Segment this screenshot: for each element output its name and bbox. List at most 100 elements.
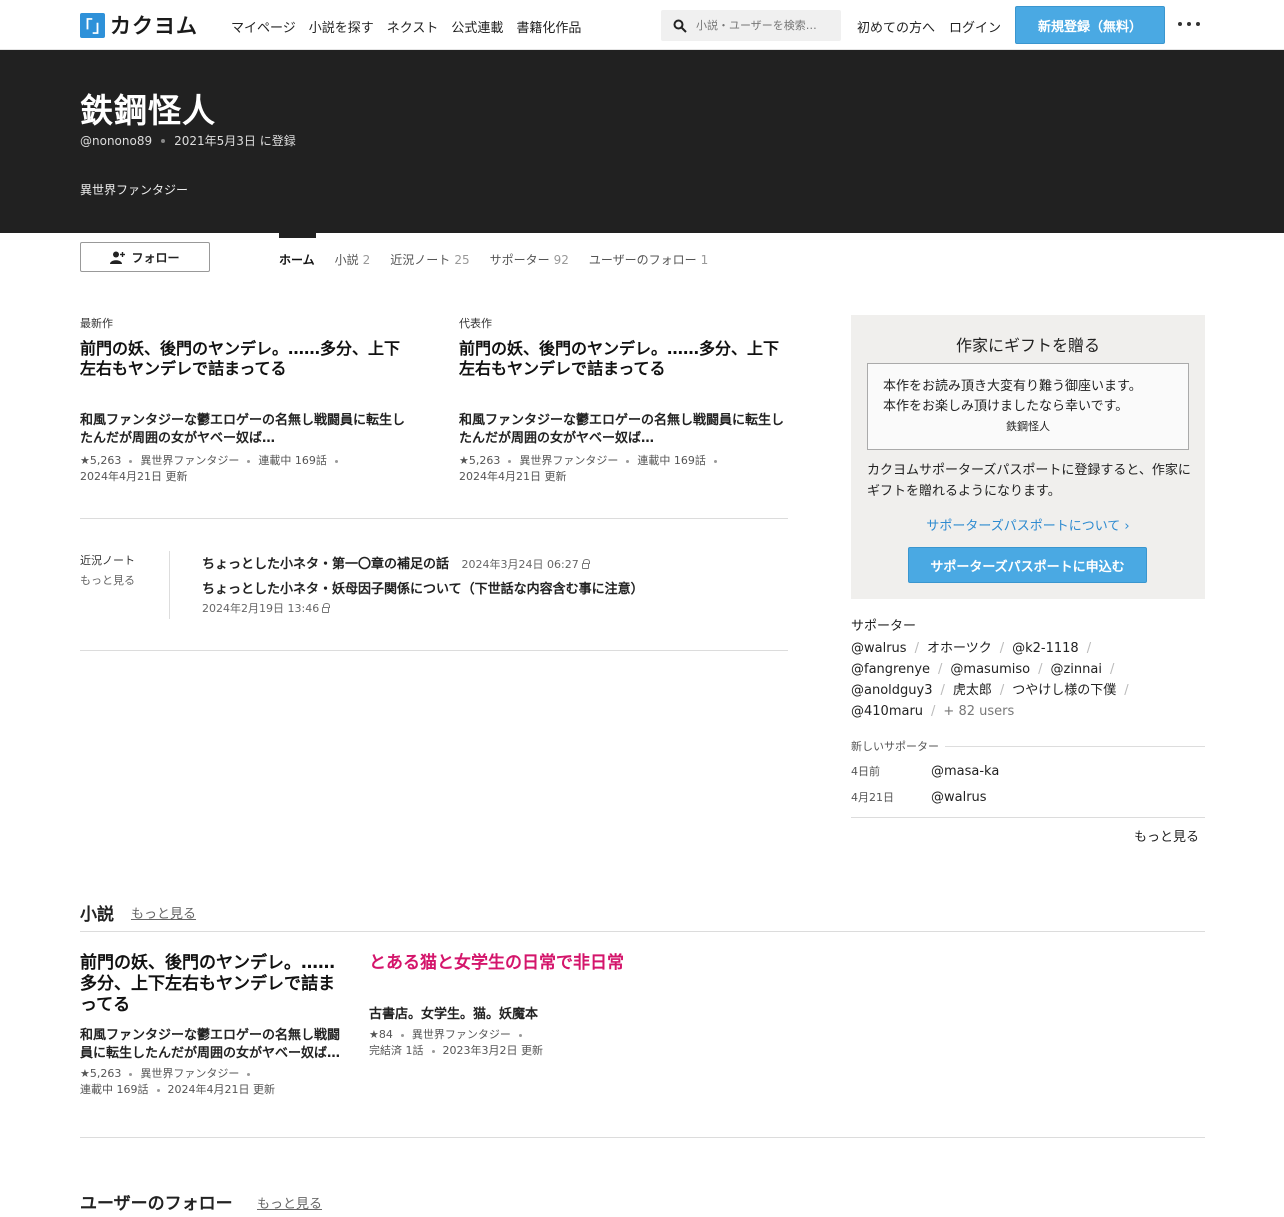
divider: [80, 518, 788, 519]
author-handle: @nonono89: [80, 133, 153, 148]
logo-mark-icon: 「」: [77, 12, 109, 38]
supporters-title: サポーター: [851, 619, 917, 634]
note-item[interactable]: ちょっとした小ネタ・第一〇章の補足の話 2024年3月24日 06:27: [202, 553, 590, 572]
supporter-link[interactable]: つやけし様の下僕: [1012, 683, 1116, 698]
supporter-link[interactable]: オホーツク: [927, 641, 992, 656]
logo-text: カクヨム: [110, 14, 198, 38]
supporter-link[interactable]: @masa-ka: [931, 764, 999, 779]
message-line: 本作をお読み頂き大変有り難う御座います。: [883, 379, 1142, 394]
divider: [169, 551, 170, 619]
genre: 異世界ファンタジー: [140, 1067, 240, 1080]
note-date: 2024年3月24日 06:27: [462, 558, 590, 571]
supporter-link[interactable]: @masumiso: [950, 662, 1030, 677]
lock-icon: [581, 559, 590, 569]
nav-mypage[interactable]: マイページ: [231, 17, 296, 36]
supporter-link[interactable]: @k2-1118: [1012, 641, 1079, 656]
nav-published-works[interactable]: 書籍化作品: [516, 17, 581, 36]
novel-info: ★5,263 異世界ファンタジー 連載中 169話 2024年4月21日 更新: [80, 1066, 340, 1098]
latest-work: 最新作 前門の妖、後門のヤンデレ。……多分、上下左右もヤンデレで詰まってる 和風…: [80, 315, 410, 485]
star-count: ★5,263: [80, 454, 122, 467]
gift-description: カクヨムサポーターズパスポートに登録すると、作家にギフトを贈れるようになります。: [867, 463, 1191, 499]
status: 完結済 1話: [369, 1044, 424, 1057]
supporter-link[interactable]: 虎太郎: [953, 683, 992, 698]
novel-card: とある猫と女学生の日常で非日常 古書店。女学生。猫。妖魔本 ★84 異世界ファンタ…: [369, 953, 629, 1059]
author-name: 鉄鋼怪人: [80, 91, 216, 130]
supporters-list: @walrus / オホーツク / @k2-1118/ @fangrenye / @masu…: [851, 641, 1129, 719]
tab-novels[interactable]: 小説 2: [335, 251, 371, 268]
author-message: 本作をお読み頂き大変有り難う御座います。 本作をお楽しみ頂けましたなら幸いです。…: [867, 363, 1189, 450]
status: 連載中 169話: [637, 454, 706, 467]
follow-label: フォロー: [131, 250, 180, 265]
registered-date: 2021年5月3日 に登録: [174, 134, 296, 148]
note-item[interactable]: ちょっとした小ネタ・妖母因子関係について（下世話な内容含む事に注意）: [202, 578, 644, 597]
signup-button[interactable]: 新規登録（無料）: [1015, 6, 1165, 44]
passport-about-link[interactable]: サポーターズパスポートについて ›: [851, 515, 1205, 534]
note-title: ちょっとした小ネタ・妖母因子関係について（下世話な内容含む事に注意）: [202, 582, 644, 597]
supporter-link[interactable]: @walrus: [851, 641, 907, 656]
search-box[interactable]: [661, 10, 841, 41]
more-users-count: + 82 users: [943, 704, 1015, 719]
site-logo[interactable]: 「」 カクヨム: [77, 12, 198, 38]
featured-work-catchphrase: 和風ファンタジーな鬱エロゲーの名無し戦闘員に転生したんだが周囲の女がヤベー奴ば…: [459, 413, 785, 446]
featured-work-info: ★5,263 異世界ファンタジー 連載中 169話 2024年4月21日 更新: [459, 453, 789, 485]
nav-next[interactable]: ネクスト: [387, 17, 439, 36]
novel-catchphrase: 古書店。女学生。猫。妖魔本: [369, 1007, 539, 1022]
profile-meta: @nonono89 2021年5月3日 に登録: [80, 132, 296, 149]
lock-icon: [322, 603, 331, 613]
latest-work-label: 最新作: [80, 317, 113, 330]
updated-date: 2024年4月21日 更新: [80, 470, 188, 483]
message-signature: 鉄鋼怪人: [1006, 420, 1050, 433]
login-link[interactable]: ログイン: [949, 17, 1001, 36]
note-date: 2024年2月19日 13:46: [202, 600, 331, 616]
search-input[interactable]: [696, 19, 836, 32]
novels-more-link[interactable]: もっと見る: [131, 903, 196, 922]
passport-apply-button[interactable]: サポーターズパスポートに申込む: [908, 547, 1147, 583]
tab-user-follows[interactable]: ユーザーのフォロー 1: [589, 251, 708, 268]
novel-card: 前門の妖、後門のヤンデレ。……多分、上下左右もヤンデレで詰まってる 和風ファンタ…: [80, 953, 340, 1098]
search-icon: [673, 19, 687, 33]
tab-notes[interactable]: 近況ノート 25: [390, 251, 469, 268]
genre: 異世界ファンタジー: [140, 454, 240, 467]
gift-title: 作家にギフトを贈る: [955, 336, 1100, 355]
divider: [80, 931, 1205, 932]
nav-find-novels[interactable]: 小説を探す: [309, 17, 374, 36]
nav-official-serial[interactable]: 公式連載: [451, 17, 503, 36]
notes-more-link[interactable]: もっと見る: [80, 571, 135, 591]
latest-work-title[interactable]: 前門の妖、後門のヤンデレ。……多分、上下左右もヤンデレで詰まってる: [80, 339, 410, 379]
updated-date: 2024年4月21日 更新: [459, 470, 567, 483]
divider: [851, 817, 1205, 818]
featured-work: 代表作 前門の妖、後門のヤンデレ。……多分、上下左右もヤンデレで詰まってる 和風…: [459, 315, 789, 485]
message-line: 本作をお楽しみ頂けましたなら幸いです。: [883, 399, 1129, 414]
updated-date: 2023年3月2日 更新: [442, 1044, 544, 1057]
supporters-more-link[interactable]: もっと見る: [1134, 826, 1199, 845]
supporter-link[interactable]: @anoldguy3: [851, 683, 932, 698]
tab-home[interactable]: ホーム: [279, 251, 315, 268]
divider: [80, 650, 788, 651]
gift-panel: 作家にギフトを贈る 本作をお読み頂き大変有り難う御座います。 本作をお楽しみ頂け…: [851, 315, 1205, 599]
novel-title[interactable]: とある猫と女学生の日常で非日常: [369, 953, 624, 974]
latest-work-catchphrase: 和風ファンタジーな鬱エロゲーの名無し戦闘員に転生したんだが周囲の女がヤベー奴ば…: [80, 413, 406, 446]
separator-dot: [161, 138, 166, 143]
latest-work-info: ★5,263 異世界ファンタジー 連載中 169話 2024年4月21日 更新: [80, 453, 410, 485]
follow-button[interactable]: フォロー: [80, 242, 210, 272]
add-user-icon: [110, 251, 126, 264]
supporter-link[interactable]: @fangrenye: [851, 662, 930, 677]
supporter-link[interactable]: @410maru: [851, 704, 923, 719]
more-menu-icon[interactable]: [1178, 12, 1200, 36]
updated-date: 2024年4月21日 更新: [167, 1083, 276, 1096]
new-supporter-row: 4日前 @masa-ka: [851, 763, 999, 779]
featured-work-label: 代表作: [459, 317, 492, 330]
tab-supporters[interactable]: サポーター 92: [490, 251, 569, 268]
supporter-link[interactable]: @zinnai: [1050, 662, 1102, 677]
featured-work-title[interactable]: 前門の妖、後門のヤンデレ。……多分、上下左右もヤンデレで詰まってる: [459, 339, 789, 379]
supporter-link[interactable]: @walrus: [931, 790, 987, 805]
support-date: 4日前: [851, 765, 880, 778]
star-count: ★5,263: [80, 1067, 122, 1080]
new-supporters-heading: 新しいサポーター: [851, 738, 1205, 754]
novel-title[interactable]: 前門の妖、後門のヤンデレ。……多分、上下左右もヤンデレで詰まってる: [80, 953, 335, 1016]
genre: 異世界ファンタジー: [519, 454, 619, 467]
user-follows-more-link[interactable]: もっと見る: [257, 1193, 322, 1212]
site-header: 「」 カクヨム マイページ 小説を探す ネクスト 公式連載 書籍化作品 初めての…: [0, 0, 1284, 50]
new-supporter-row: 4月21日 @walrus: [851, 789, 987, 805]
first-time-link[interactable]: 初めての方へ: [857, 17, 935, 36]
